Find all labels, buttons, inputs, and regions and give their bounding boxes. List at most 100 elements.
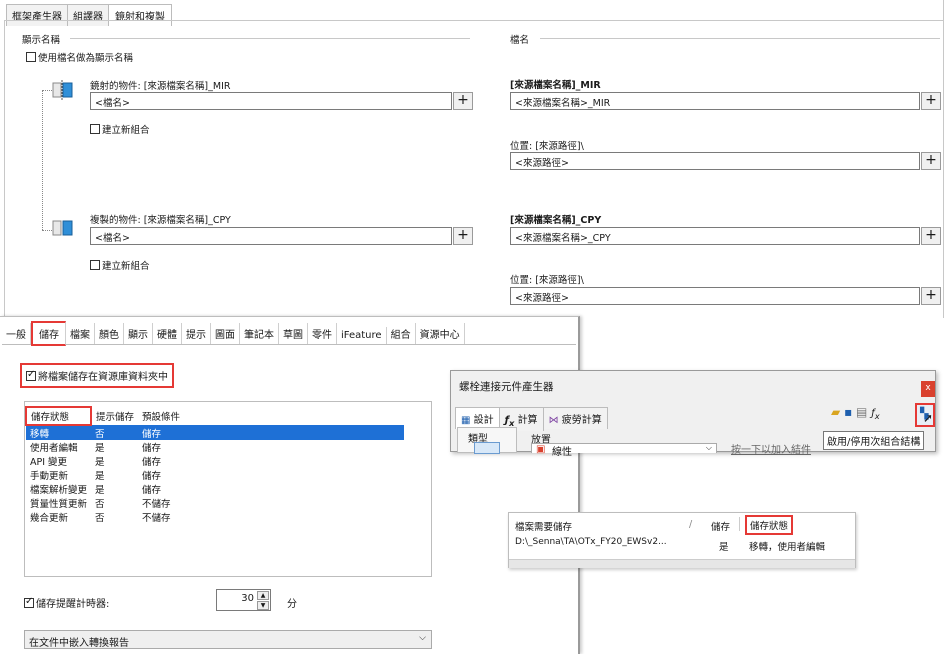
row-prompt: 否 xyxy=(95,513,105,524)
tab-display[interactable]: 顯示 xyxy=(124,323,153,344)
type-group: 類型 xyxy=(457,427,517,454)
table-row[interactable]: API 變更 是 儲存 xyxy=(26,454,404,468)
placement-dropdown[interactable]: ▣ 線性 ⌵ xyxy=(531,443,717,458)
row-default: 儲存 xyxy=(142,485,162,496)
save-state-list: 儲存狀態 提示儲存 預設條件 移轉否儲存 使用者編輯是儲存 API 變更是儲存 … xyxy=(24,401,432,577)
mirrored-new-assembly-checkbox[interactable]: 建立新組合 xyxy=(90,122,150,136)
table-row[interactable]: 質量性質更新否 不儲存 xyxy=(26,496,404,510)
save-to-library-checkbox[interactable]: 將檔案儲存在資源庫資料夾中 xyxy=(20,363,174,388)
file-save-table: 檔案需要儲存 / 儲存 儲存狀態 D:\_Senna\TA\OTx_FY20_E… xyxy=(508,512,856,568)
column-save-state[interactable]: 儲存狀態 xyxy=(24,406,93,426)
location-input-2[interactable]: <來源路徑> xyxy=(510,287,920,305)
design-icon: ▦ xyxy=(461,415,471,426)
header-save-state[interactable]: 儲存狀態 xyxy=(745,515,794,535)
spin-down-icon[interactable]: ▼ xyxy=(257,601,269,610)
mirror-part-icon xyxy=(52,80,74,100)
save-reminder-timer-checkbox[interactable]: 儲存提醒計時器: xyxy=(24,595,109,610)
tree-branch-2 xyxy=(42,230,52,231)
header-save[interactable]: 儲存 xyxy=(711,519,730,533)
column-default[interactable]: 預設條件 xyxy=(138,407,184,425)
tab-assembler[interactable]: 組譯器 xyxy=(67,4,109,26)
row-default: 儲存 xyxy=(142,443,162,454)
tree-branch-1 xyxy=(42,90,52,91)
mirror-tabbar: 框架產生器 組譯器 鏡射和複製 xyxy=(6,4,172,26)
timer-unit: 分 xyxy=(287,599,297,610)
checkbox-box[interactable] xyxy=(90,260,100,270)
tab-part[interactable]: 零件 xyxy=(308,323,337,344)
timer-value[interactable]: 30 xyxy=(241,593,254,604)
tab-design[interactable]: ▦ 設計 xyxy=(455,407,500,429)
right-cpy-input[interactable]: <來源檔案名稱>_CPY xyxy=(510,227,920,245)
tab-prompts[interactable]: 提示 xyxy=(182,323,211,344)
right-cpy-add-button[interactable]: + xyxy=(921,227,941,245)
checkbox-box[interactable] xyxy=(90,124,100,134)
row-prompt: 是 xyxy=(95,443,105,454)
settings-icon[interactable]: ▤ xyxy=(856,405,867,419)
row-prompt: 是 xyxy=(95,485,105,496)
chevron-down-icon[interactable]: ⌵ xyxy=(706,443,712,453)
mirrored-title: 鏡射的物件: [來源檔案名稱]_MIR xyxy=(90,81,231,92)
copied-filename-input[interactable]: <檔名> xyxy=(90,227,452,245)
tab-mirror-copy[interactable]: 鏡射和複製 xyxy=(108,4,172,26)
save-icon[interactable]: ▪ xyxy=(844,405,852,419)
checkbox-box[interactable] xyxy=(26,52,36,62)
display-name-rule xyxy=(70,38,470,39)
tabbar-underline xyxy=(4,20,944,21)
mirrored-filename-input[interactable]: <檔名> xyxy=(90,92,452,110)
open-folder-icon[interactable]: ▰ xyxy=(831,405,840,419)
subassembly-toggle-button[interactable]: ▚ ➚ xyxy=(915,403,935,427)
display-name-header: 顯示名稱 xyxy=(22,35,61,46)
spin-up-icon[interactable]: ▲ xyxy=(257,591,269,600)
right-mir-input[interactable]: <來源檔案名稱>_MIR xyxy=(510,92,920,110)
table-row[interactable]: 手動更新 是 儲存 xyxy=(26,468,404,482)
table-row[interactable]: 幾合更新 否 不儲存 xyxy=(26,510,404,524)
table-row[interactable]: 檔案解析變更是 儲存 xyxy=(26,482,404,496)
row-state: 檔案解析變更 xyxy=(30,485,88,496)
tab-save[interactable]: 儲存 xyxy=(31,321,66,346)
checkbox-box[interactable] xyxy=(24,596,34,608)
embed-report-dropdown[interactable]: 在文件中嵌入轉換報告 ⌵ xyxy=(24,630,432,649)
copied-new-assembly-checkbox[interactable]: 建立新組合 xyxy=(90,258,150,272)
row-default: 儲存 xyxy=(142,457,162,468)
table-row[interactable]: 使用者編輯 是 儲存 xyxy=(26,440,404,454)
location-input-1[interactable]: <來源路徑> xyxy=(510,152,920,170)
tab-content-center[interactable]: 資源中心 xyxy=(416,323,465,344)
add-fastener-link[interactable]: 按一下以加入結件 xyxy=(731,441,811,456)
timer-spinner[interactable]: 30 ▲ ▼ xyxy=(216,589,271,611)
formula-toggle-icon[interactable]: ƒx xyxy=(871,408,879,421)
tab-drawing[interactable]: 圖面 xyxy=(211,323,240,344)
tree-connector xyxy=(42,90,43,230)
tab-hardware[interactable]: 硬體 xyxy=(153,323,182,344)
location-add-button-1[interactable]: + xyxy=(921,152,941,170)
table-header: 儲存狀態 提示儲存 預設條件 xyxy=(24,406,404,426)
table-scrollbar[interactable] xyxy=(509,559,855,568)
bolt-type-icon[interactable] xyxy=(474,442,500,454)
copied-add-button[interactable]: + xyxy=(453,227,473,245)
table-row[interactable]: 移轉否儲存 xyxy=(26,425,405,440)
tab-frame-generator[interactable]: 框架產生器 xyxy=(6,4,68,26)
header-file-needs-save[interactable]: 檔案需要儲存 xyxy=(515,519,572,533)
column-prompt-save[interactable]: 提示儲存 xyxy=(91,407,138,425)
tab-ifeature[interactable]: iFeature xyxy=(337,327,387,344)
location-add-button-2[interactable]: + xyxy=(921,287,941,305)
tab-file[interactable]: 檔案 xyxy=(66,323,95,344)
tab-calculation-label: 計算 xyxy=(517,415,538,426)
mirrored-new-assembly-label: 建立新組合 xyxy=(102,125,150,136)
close-button[interactable]: x xyxy=(921,381,935,397)
tab-notebook[interactable]: 筆記本 xyxy=(240,323,279,344)
mirrored-add-button[interactable]: + xyxy=(453,92,473,110)
tab-sketch[interactable]: 草圖 xyxy=(279,323,308,344)
row-prompt: 是 xyxy=(95,471,105,482)
use-filename-checkbox[interactable]: 使用檔名做為顯示名稱 xyxy=(26,50,133,64)
row-default: 不儲存 xyxy=(142,499,171,510)
checkbox-box[interactable] xyxy=(26,369,36,381)
dialog-title: 螺栓連接元件產生器 xyxy=(459,381,554,393)
tab-assembly[interactable]: 組合 xyxy=(387,323,416,344)
tab-general[interactable]: 一般 xyxy=(2,323,31,344)
tab-colors[interactable]: 顏色 xyxy=(95,323,124,344)
tab-fatigue[interactable]: ⋈ 疲勞計算 xyxy=(542,407,608,429)
filename-header: 檔名 xyxy=(510,35,530,46)
row-state: 手動更新 xyxy=(30,471,69,482)
chevron-down-icon[interactable]: ⌵ xyxy=(419,633,426,643)
right-mir-add-button[interactable]: + xyxy=(921,92,941,110)
